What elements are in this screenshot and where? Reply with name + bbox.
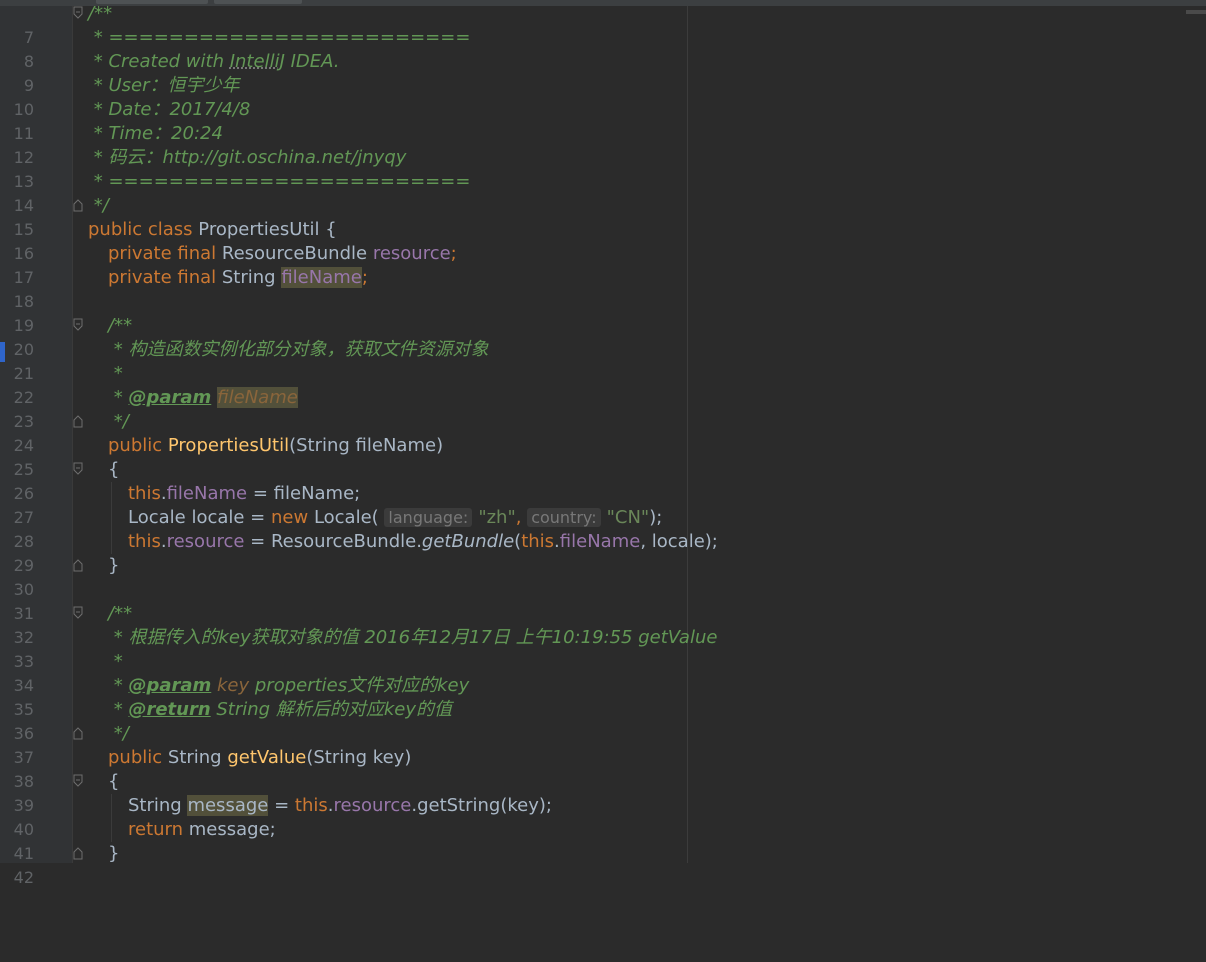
code-line: 35 * @param key properties文件对应的key — [0, 674, 1206, 719]
code-line: 10 * User：恒宇少年 — [0, 74, 1206, 119]
code-line: 27 this.fileName = fileName; — [0, 482, 1206, 527]
comment: */ — [108, 411, 129, 432]
code-line: 31 — [0, 578, 1206, 623]
comment: /** — [88, 3, 113, 24]
parameter-hint: country: — [527, 508, 601, 527]
fold-open-icon[interactable] — [73, 6, 83, 20]
fold-open-icon[interactable] — [73, 318, 83, 332]
comment: * 码云：http://git.oschina.net/jnyqy — [88, 147, 407, 168]
code-line: 19 — [0, 290, 1206, 335]
fold-end-icon[interactable] — [73, 846, 83, 860]
field-declaration: private final String fileName; — [108, 267, 368, 288]
comment: * Created with IntelliJ IDEA. — [88, 51, 340, 72]
code-line: 36 * @return String 解析后的对应key的值 — [0, 698, 1206, 743]
comment: * @param fileName — [108, 387, 298, 408]
comment: * ======================== — [88, 27, 471, 48]
code-line: 12 * Time：20:24 — [0, 122, 1206, 167]
fold-end-icon[interactable] — [73, 198, 83, 212]
code-line: 33 * 根据传入的key获取对象的值 2016年12月17日 上午10:19:… — [0, 626, 1206, 671]
code-line: 32 /** — [0, 602, 1206, 647]
code-line: 25 public PropertiesUtil(String fileName… — [0, 434, 1206, 479]
method-declaration: public String getValue(String key) — [108, 747, 412, 768]
constructor-declaration: public PropertiesUtil(String fileName) — [108, 435, 444, 456]
comment: * — [108, 651, 123, 672]
code-line: 28 Locale locale = new Locale( language:… — [0, 506, 1206, 551]
fold-end-icon[interactable] — [73, 414, 83, 428]
code-line: 13 * 码云：http://git.oschina.net/jnyqy — [0, 146, 1206, 191]
statement: return message; — [128, 819, 276, 840]
comment: * User：恒宇少年 — [88, 75, 240, 96]
fold-end-icon[interactable] — [73, 726, 83, 740]
comment: /** — [108, 315, 133, 336]
code-line: 37 */ — [0, 722, 1206, 767]
close-brace: } — [108, 843, 120, 864]
code-line: 40 String message = this.resource.getStr… — [0, 794, 1206, 839]
statement: String message = this.resource.getString… — [128, 795, 552, 816]
code-line: 14 * ======================== — [0, 170, 1206, 215]
code-line: 34 * — [0, 650, 1206, 695]
open-brace: { — [108, 771, 120, 792]
indent-guide — [111, 530, 112, 554]
indent-guide — [111, 482, 112, 506]
code-editor[interactable]: 7 /** 8 * ======================== 9 * C… — [0, 2, 1206, 887]
code-line: 29 this.resource = ResourceBundle.getBun… — [0, 530, 1206, 575]
fold-end-icon[interactable] — [73, 558, 83, 572]
code-line: 9 * Created with IntelliJ IDEA. — [0, 50, 1206, 95]
code-line: 22 * — [0, 362, 1206, 407]
indent-guide — [111, 794, 112, 818]
comment: */ — [88, 195, 109, 216]
fold-open-icon[interactable] — [73, 606, 83, 620]
comment: * @return String 解析后的对应key的值 — [108, 699, 452, 720]
indent-guide — [111, 818, 112, 842]
code-line: 23 * @param fileName — [0, 386, 1206, 431]
comment: * 构造函数实例化部分对象，获取文件资源对象 — [108, 339, 489, 360]
statement: Locale locale = new Locale( language: "zh… — [128, 507, 663, 528]
code-line: 17 private final ResourceBundle resource… — [0, 242, 1206, 287]
comment: * ======================== — [88, 171, 471, 192]
code-line: 26 { — [0, 458, 1206, 503]
code-line: 11 * Date：2017/4/8 — [0, 98, 1206, 143]
statement: this.fileName = fileName; — [128, 483, 361, 504]
code-line: 38 public String getValue(String key) — [0, 746, 1206, 791]
code-line: 15 */ — [0, 194, 1206, 239]
code-line: 7 /** — [0, 2, 1206, 47]
code-line: 24 */ — [0, 410, 1206, 455]
code-line: 16 public class PropertiesUtil { — [0, 218, 1206, 263]
comment: * Time：20:24 — [88, 123, 223, 144]
indent-guide — [111, 506, 112, 530]
code-line: 42 } — [0, 842, 1206, 887]
code-line: 41 return message; — [0, 818, 1206, 863]
comment: /** — [108, 603, 133, 624]
close-brace: } — [108, 555, 120, 576]
code-line: 30 } — [0, 554, 1206, 599]
parameter-hint: language: — [384, 508, 473, 527]
field-declaration: private final ResourceBundle resource; — [108, 243, 457, 264]
fold-open-icon[interactable] — [73, 774, 83, 788]
class-declaration: public class PropertiesUtil { — [88, 219, 337, 240]
line-number: 42 — [13, 868, 34, 887]
code-line: 18 private final String fileName; — [0, 266, 1206, 311]
comment: * @param key properties文件对应的key — [108, 675, 470, 696]
statement: this.resource = ResourceBundle.getBundle… — [128, 531, 718, 552]
code-line: 21 * 构造函数实例化部分对象，获取文件资源对象 — [0, 338, 1206, 383]
code-line: 8 * ======================== — [0, 26, 1206, 71]
code-line: 20 /** — [0, 314, 1206, 359]
comment: */ — [108, 723, 129, 744]
open-brace: { — [108, 459, 120, 480]
fold-open-icon[interactable] — [73, 462, 83, 476]
comment: * Date：2017/4/8 — [88, 99, 251, 120]
comment: * — [108, 363, 123, 384]
code-line: 39 { — [0, 770, 1206, 815]
comment: * 根据传入的key获取对象的值 2016年12月17日 上午10:19:55 … — [108, 627, 718, 648]
